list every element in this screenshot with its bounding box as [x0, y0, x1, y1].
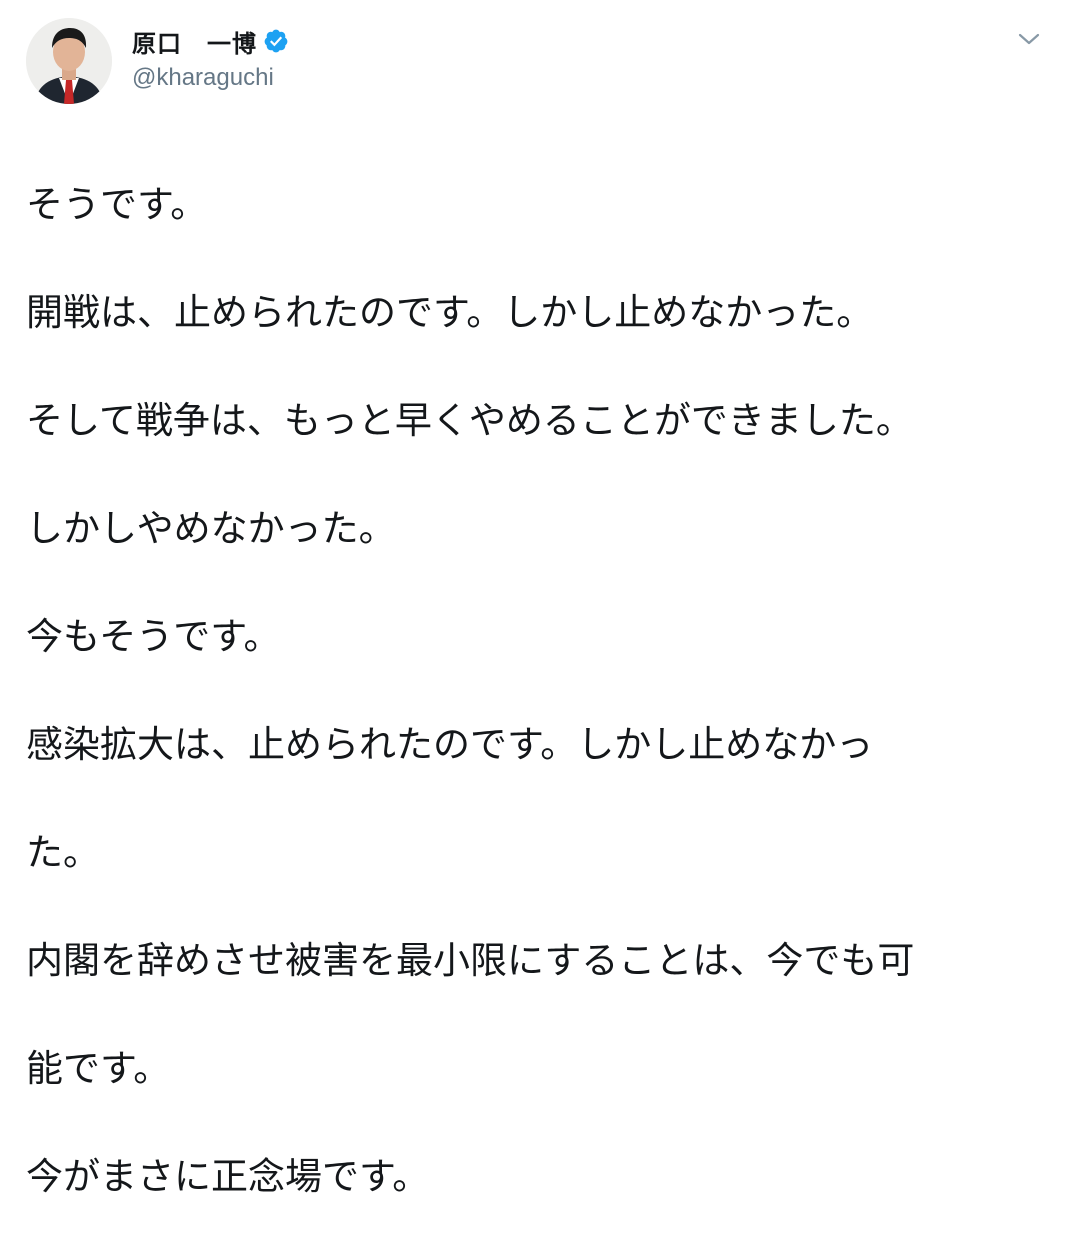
tweet-card: 原口 一博 @kharaguchi そうです。 開戦は、止められたのです。しかし… [0, 0, 1072, 1198]
tweet-header: 原口 一博 @kharaguchi [26, 18, 1046, 108]
tweet-line: 内閣を辞めさせ被害を最小限にすることは、今でも可 [26, 939, 915, 982]
handle[interactable]: @kharaguchi [132, 64, 289, 92]
tweet-line: しかしやめなかった。 [26, 507, 396, 550]
verified-badge-icon [263, 28, 289, 54]
tweet-line: 今がまさに正念場です。 [26, 1155, 430, 1198]
tweet-line: た。 [26, 831, 100, 874]
author-info: 原口 一博 @kharaguchi [132, 22, 289, 92]
avatar[interactable] [26, 18, 112, 104]
tweet-line: そうです。 [26, 183, 208, 226]
profile-photo-icon [26, 18, 112, 104]
display-name[interactable]: 原口 一博 [132, 24, 257, 59]
tweet-text: そうです。 開戦は、止められたのです。しかし止めなかった。 そして戦争は、もっと… [26, 124, 1046, 1258]
more-options-button[interactable] [1012, 22, 1046, 56]
tweet-line: 感染拡大は、止められたのです。しかし止めなかっ [26, 723, 874, 766]
tweet-line: 開戦は、止められたのです。しかし止めなかった。 [26, 291, 874, 334]
name-row: 原口 一博 [132, 22, 289, 60]
tweet-line: 今もそうです。 [26, 615, 281, 658]
tweet-line: 能です。 [26, 1047, 171, 1090]
tweet-line: そして戦争は、もっと早くやめることができました。 [26, 399, 913, 442]
chevron-down-icon [1018, 33, 1040, 45]
